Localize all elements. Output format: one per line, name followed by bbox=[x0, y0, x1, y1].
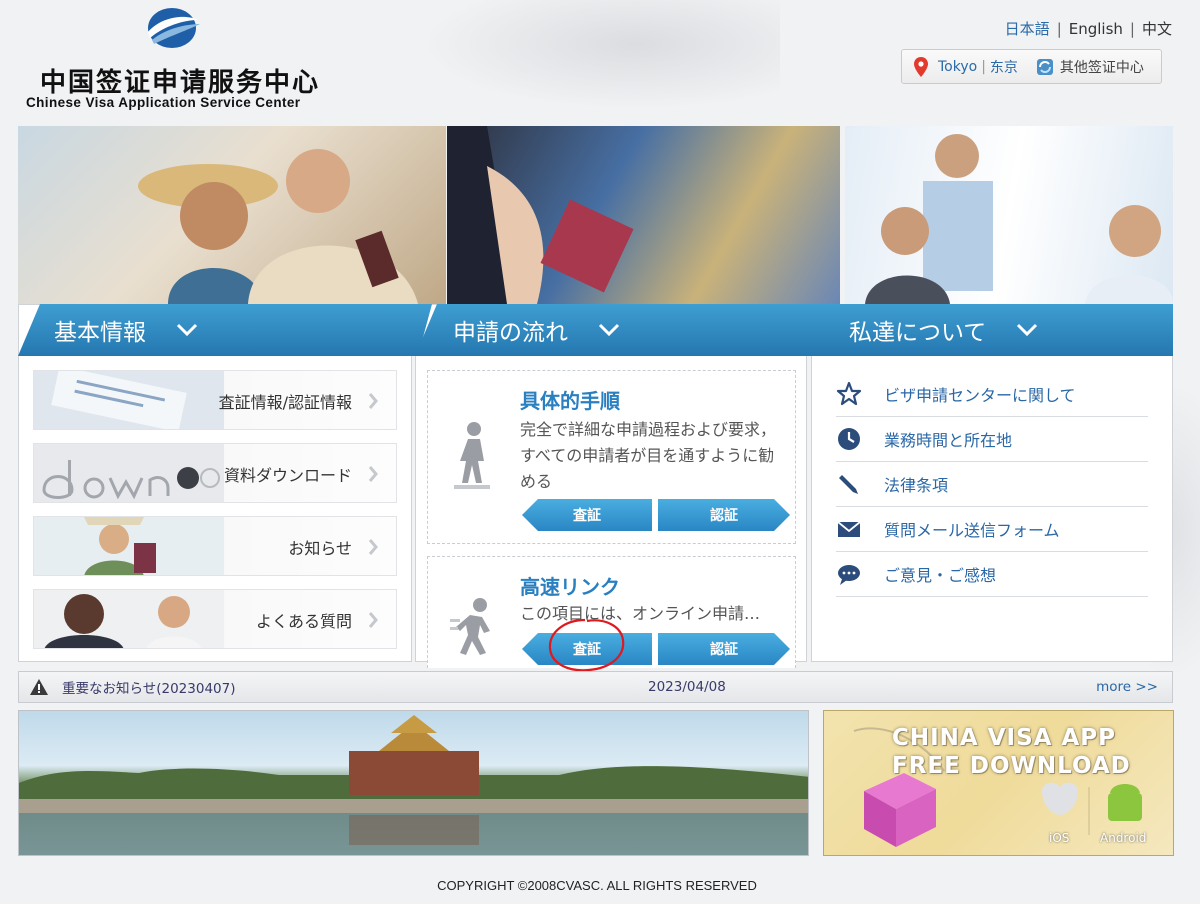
menu-faq[interactable]: よくある質問 bbox=[33, 589, 397, 649]
mail-icon bbox=[837, 521, 861, 537]
menu-label: 資料ダウンロード bbox=[223, 466, 352, 485]
about-item-label: 法律条項 bbox=[884, 476, 949, 495]
lang-separator: | bbox=[1056, 20, 1062, 38]
app-banner-subtitle: FREE DOWNLOAD bbox=[892, 753, 1131, 779]
logo-chinese-text: 中国签证申请服务中心 bbox=[40, 68, 321, 98]
menu-news[interactable]: お知らせ bbox=[33, 516, 397, 576]
about-list: ビザ申請センターに関して 業務時間と所在地 法律条項 質問メール送信フォーム ご… bbox=[836, 372, 1148, 597]
certification-button[interactable]: 認証 bbox=[658, 633, 790, 665]
hero-photo-travelers bbox=[18, 126, 446, 304]
section-basic-info[interactable]: 基本情報 bbox=[18, 304, 432, 356]
visa-button[interactable]: 査証 bbox=[522, 499, 652, 531]
chevron-down-icon bbox=[1017, 323, 1038, 337]
notice-date: 2023/04/08 bbox=[648, 679, 726, 695]
steps-description: 完全で詳細な申請過程および要求，すべての申請者が目を通すように勧める bbox=[520, 420, 777, 491]
chevron-right-icon bbox=[368, 612, 378, 628]
site-logo[interactable]: 中国签证申请服务中心 Chinese Visa Application Serv… bbox=[26, 6, 326, 114]
certification-button[interactable]: 認証 bbox=[658, 499, 790, 531]
chevron-right-icon bbox=[368, 393, 378, 409]
ios-label[interactable]: iOS bbox=[1049, 831, 1069, 845]
lang-chinese-link[interactable]: 中文 bbox=[1142, 20, 1172, 38]
quick-links-box: 高速リンク この項目には、オンライン申請… 査証 認証 bbox=[427, 556, 796, 668]
more-link[interactable]: more >> bbox=[1096, 679, 1158, 695]
forbidden-city-banner[interactable] bbox=[18, 710, 809, 856]
background-ink-decoration bbox=[420, 0, 780, 110]
about-item-label: 質問メール送信フォーム bbox=[884, 521, 1060, 540]
location-city-cn[interactable]: 东京 bbox=[990, 57, 1018, 77]
chevron-right-icon bbox=[368, 539, 378, 555]
about-item-label: ビザ申請センターに関して bbox=[884, 386, 1076, 405]
quick-links-title[interactable]: 高速リンク bbox=[520, 571, 620, 600]
steps-title[interactable]: 具体的手順 bbox=[520, 385, 620, 414]
hero-photo-passport bbox=[447, 126, 840, 304]
walking-person-icon bbox=[454, 422, 490, 489]
section-title: 基本情報 bbox=[54, 320, 146, 346]
information-thumb-icon bbox=[34, 371, 224, 429]
about-item-center[interactable]: ビザ申請センターに関して bbox=[836, 372, 1148, 417]
menu-label: よくある質問 bbox=[255, 612, 352, 631]
location-selector: Tokyo | 东京 其他签证中心 bbox=[901, 49, 1162, 84]
other-centers-link[interactable]: 其他签证中心 bbox=[1060, 57, 1144, 77]
logo-english-text: Chinese Visa Application Service Center bbox=[26, 95, 301, 110]
copyright-text: COPYRIGHT ©2008CVASC. ALL RIGHTS RESERVE… bbox=[437, 878, 757, 893]
section-process[interactable]: 申請の流れ bbox=[415, 304, 840, 356]
pen-icon bbox=[839, 475, 858, 494]
notice-bar: 重要なお知らせ(20230407) 2023/04/08 more >> bbox=[18, 671, 1173, 703]
location-city[interactable]: Tokyo bbox=[938, 59, 977, 75]
section-about[interactable]: 私達について bbox=[811, 304, 1173, 356]
location-separator: | bbox=[981, 58, 986, 75]
app-download-banner[interactable]: CHINA VISA APP FREE DOWNLOAD iOS Android bbox=[823, 710, 1174, 856]
clock-icon bbox=[838, 428, 860, 450]
running-person-icon bbox=[450, 598, 490, 655]
download-thumb-icon bbox=[34, 444, 224, 502]
logo-swoosh-icon bbox=[148, 8, 200, 48]
menu-label: 査証情報/認証情報 bbox=[218, 393, 352, 412]
about-item-label: 業務時間と所在地 bbox=[884, 431, 1013, 450]
about-item-label: ご意見・ご感想 bbox=[884, 566, 997, 585]
chat-icon bbox=[838, 565, 860, 585]
app-banner-title: CHINA VISA APP bbox=[892, 725, 1116, 751]
star-icon bbox=[836, 381, 862, 406]
news-thumb-icon bbox=[34, 517, 224, 575]
steps-box: 具体的手順 完全で詳細な申請過程および要求，すべての申請者が目を通すように勧める… bbox=[427, 370, 796, 544]
notice-link[interactable]: 重要なお知らせ(20230407) bbox=[62, 677, 235, 697]
faq-thumb-icon bbox=[34, 590, 224, 648]
quick-links-description: この項目には、オンライン申請… bbox=[520, 604, 761, 623]
menu-visa-info[interactable]: 査証情報/認証情報 bbox=[33, 370, 397, 430]
menu-download[interactable]: 資料ダウンロード bbox=[33, 443, 397, 503]
chevron-down-icon bbox=[176, 323, 198, 337]
about-item-mail-form[interactable]: 質問メール送信フォーム bbox=[836, 507, 1148, 552]
about-item-legal[interactable]: 法律条項 bbox=[836, 462, 1148, 507]
visa-button[interactable]: 査証 bbox=[522, 633, 652, 665]
section-title: 申請の流れ bbox=[453, 320, 568, 346]
map-pin-icon bbox=[914, 56, 928, 77]
lang-japanese-link[interactable]: 日本語 bbox=[1005, 20, 1050, 38]
lang-english-link[interactable]: English bbox=[1069, 20, 1123, 38]
lang-separator: | bbox=[1129, 20, 1135, 38]
hero-photo-business bbox=[845, 126, 1173, 304]
about-item-feedback[interactable]: ご意見・ご感想 bbox=[836, 552, 1148, 597]
section-title: 私達について bbox=[849, 320, 987, 346]
chevron-right-icon bbox=[368, 466, 378, 482]
chevron-down-icon bbox=[598, 323, 620, 337]
language-switcher: 日本語 | English | 中文 bbox=[1005, 18, 1172, 39]
refresh-globe-icon bbox=[1036, 58, 1053, 75]
menu-label: お知らせ bbox=[288, 539, 352, 558]
android-label[interactable]: Android bbox=[1100, 831, 1146, 845]
warning-icon bbox=[30, 679, 48, 695]
about-item-hours[interactable]: 業務時間と所在地 bbox=[836, 417, 1148, 462]
